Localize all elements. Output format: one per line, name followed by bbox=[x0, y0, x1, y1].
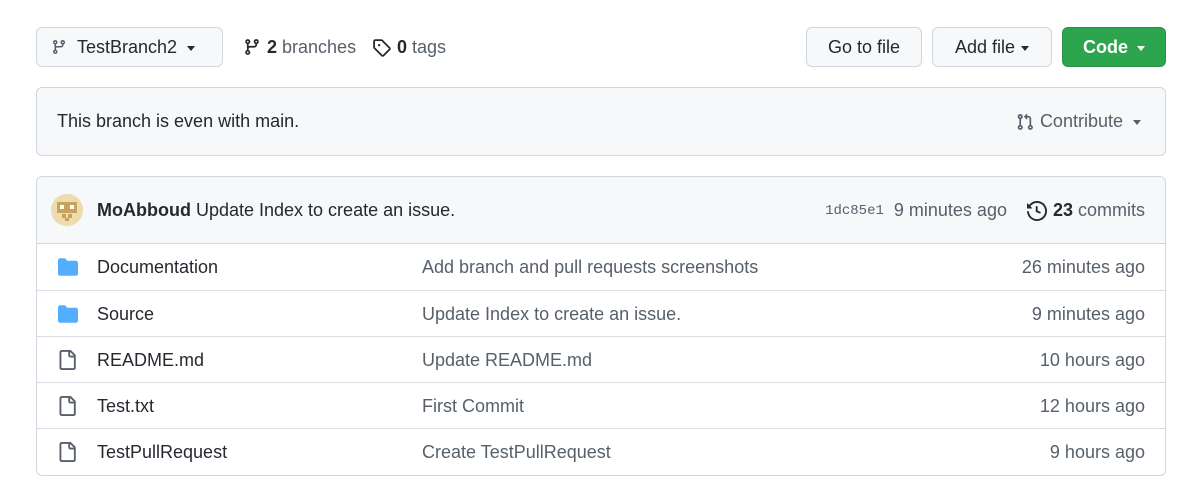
commit-sha[interactable]: 1dc85e1 bbox=[825, 203, 884, 219]
file-row[interactable]: TestPullRequest Create TestPullRequest 9 h… bbox=[37, 428, 1165, 474]
add-file-button[interactable]: Add file bbox=[932, 27, 1052, 67]
file-row[interactable]: Test.txt First Commit 12 hours ago bbox=[37, 382, 1165, 428]
file-icon bbox=[57, 442, 77, 462]
commit-message[interactable]: Update Index to create an issue. bbox=[196, 200, 455, 221]
tags-link[interactable]: 0 tags bbox=[372, 27, 446, 67]
branch-select-button[interactable]: TestBranch2 bbox=[36, 27, 223, 67]
chevron-down-icon bbox=[1137, 45, 1145, 51]
commits-label: commits bbox=[1078, 200, 1145, 220]
file-row[interactable]: Source Update Index to create an issue. 9 … bbox=[37, 290, 1165, 336]
file-age: 12 hours ago bbox=[1039, 395, 1145, 416]
file-age: 9 minutes ago bbox=[1031, 303, 1145, 324]
file-name[interactable]: Source bbox=[97, 291, 154, 337]
file-row[interactable]: README.md Update README.md 10 hours ago bbox=[37, 336, 1165, 382]
branches-link[interactable]: 2 branches bbox=[243, 27, 356, 67]
go-to-file-label: Go to file bbox=[827, 36, 901, 57]
file-age: 26 minutes ago bbox=[1021, 256, 1145, 277]
git-branch-icon bbox=[51, 39, 67, 55]
latest-commit-bar: MoAbboud Update Index to create an issue… bbox=[37, 177, 1165, 244]
branches-label: branches bbox=[282, 36, 357, 57]
commit-author[interactable]: MoAbboud bbox=[97, 200, 191, 221]
file-list: MoAbboud Update Index to create an issue… bbox=[36, 176, 1166, 476]
branch-status-box: This branch is even with main. Contribut… bbox=[36, 87, 1166, 156]
file-commit-message[interactable]: Create TestPullRequest bbox=[422, 429, 611, 475]
file-row[interactable]: Documentation Add branch and pull request… bbox=[37, 244, 1165, 290]
file-commit-message[interactable]: Update README.md bbox=[422, 337, 592, 383]
file-age: 9 hours ago bbox=[1049, 441, 1145, 462]
add-file-label: Add file bbox=[954, 36, 1016, 57]
file-name[interactable]: README.md bbox=[97, 337, 204, 383]
chevron-down-icon bbox=[1021, 45, 1030, 51]
history-icon bbox=[1026, 200, 1047, 221]
pull-request-icon bbox=[1016, 113, 1034, 131]
folder-icon bbox=[57, 304, 78, 324]
branches-count: 2 bbox=[267, 36, 278, 57]
code-button[interactable]: Code bbox=[1062, 27, 1166, 67]
file-name[interactable]: Documentation bbox=[97, 244, 218, 290]
avatar[interactable] bbox=[51, 194, 83, 226]
repo-toolbar: TestBranch2 2 branches 0 tags Go to file… bbox=[36, 27, 1166, 67]
file-commit-message[interactable]: Add branch and pull requests screenshots bbox=[422, 244, 758, 290]
branch-name: TestBranch2 bbox=[77, 36, 178, 57]
file-name[interactable]: Test.txt bbox=[97, 383, 154, 429]
contribute-button[interactable]: Contribute bbox=[1016, 88, 1141, 155]
folder-icon bbox=[57, 257, 78, 277]
chevron-down-icon bbox=[187, 45, 196, 51]
file-commit-message[interactable]: First Commit bbox=[422, 383, 524, 429]
go-to-file-button[interactable]: Go to file bbox=[806, 27, 922, 67]
commit-summary: MoAbboud Update Index to create an issue… bbox=[97, 177, 455, 244]
commit-age: 9 minutes ago bbox=[893, 200, 1007, 220]
tags-count: 0 bbox=[397, 36, 408, 57]
commits-count: 23 bbox=[1052, 200, 1073, 220]
file-age: 10 hours ago bbox=[1039, 349, 1145, 370]
file-name[interactable]: TestPullRequest bbox=[97, 429, 227, 475]
commit-meta: 1dc85e1 9 minutes ago 23 commits bbox=[825, 177, 1145, 244]
branch-status-message: This branch is even with main. bbox=[57, 111, 300, 131]
file-icon bbox=[57, 350, 77, 370]
file-commit-message[interactable]: Update Index to create an issue. bbox=[422, 291, 681, 337]
chevron-down-icon bbox=[1133, 120, 1141, 125]
file-icon bbox=[57, 396, 77, 416]
code-label: Code bbox=[1083, 36, 1128, 57]
commits-history-link[interactable]: 23 commits bbox=[1026, 200, 1145, 221]
contribute-label: Contribute bbox=[1039, 111, 1123, 131]
git-branch-icon bbox=[243, 38, 261, 56]
tags-label: tags bbox=[412, 36, 447, 57]
tag-icon bbox=[372, 38, 391, 57]
